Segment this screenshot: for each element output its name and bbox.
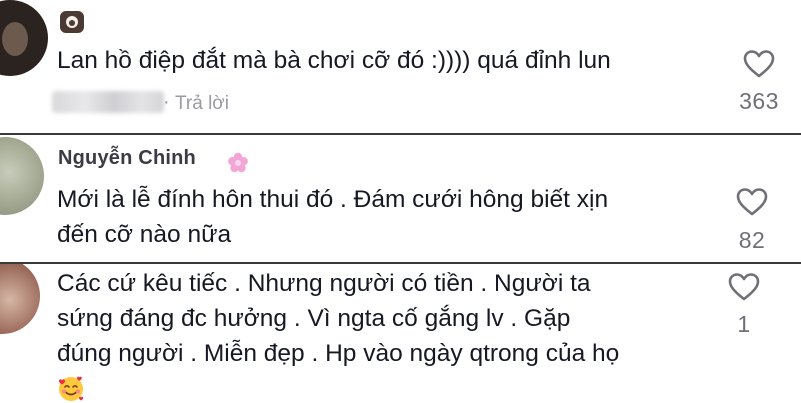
heart-outline-icon[interactable] [736,187,768,217]
comment-text: Lan hồ điệp đắt mà bà chơi cỡ đó :)))) q… [57,47,611,74]
smiling-face-with-hearts-icon [59,376,84,401]
comment-item: Các cứ kêu tiếc . Nhưng người có tiền . … [0,262,801,403]
comment-text: Mới là lễ đính hôn thui đó . Đám cưới hô… [57,186,609,248]
heart-outline-icon[interactable] [728,272,760,302]
comment-text: Các cứ kêu tiếc . Nhưng người có tiền . … [57,270,620,367]
hand-emoji-icon [60,11,84,33]
reply-link[interactable]: Trả lời [175,93,229,115]
like-count: 1 [737,311,751,337]
pink-flower-icon [228,152,248,173]
avatar[interactable] [0,264,40,334]
meta-separator: · [163,91,170,113]
comment-item: Nguyễn Chinh Mới là lễ đính hôn thui đó … [0,133,801,263]
avatar[interactable] [0,0,48,76]
like-count: 363 [739,88,779,114]
heart-outline-icon[interactable] [743,49,775,79]
username[interactable]: Nguyễn Chinh [58,147,196,170]
like-count: 82 [738,227,766,253]
blurred-username [52,91,164,113]
avatar[interactable] [0,137,44,215]
comment-item: Lan hồ điệp đắt mà bà chơi cỡ đó :)))) q… [0,0,801,132]
